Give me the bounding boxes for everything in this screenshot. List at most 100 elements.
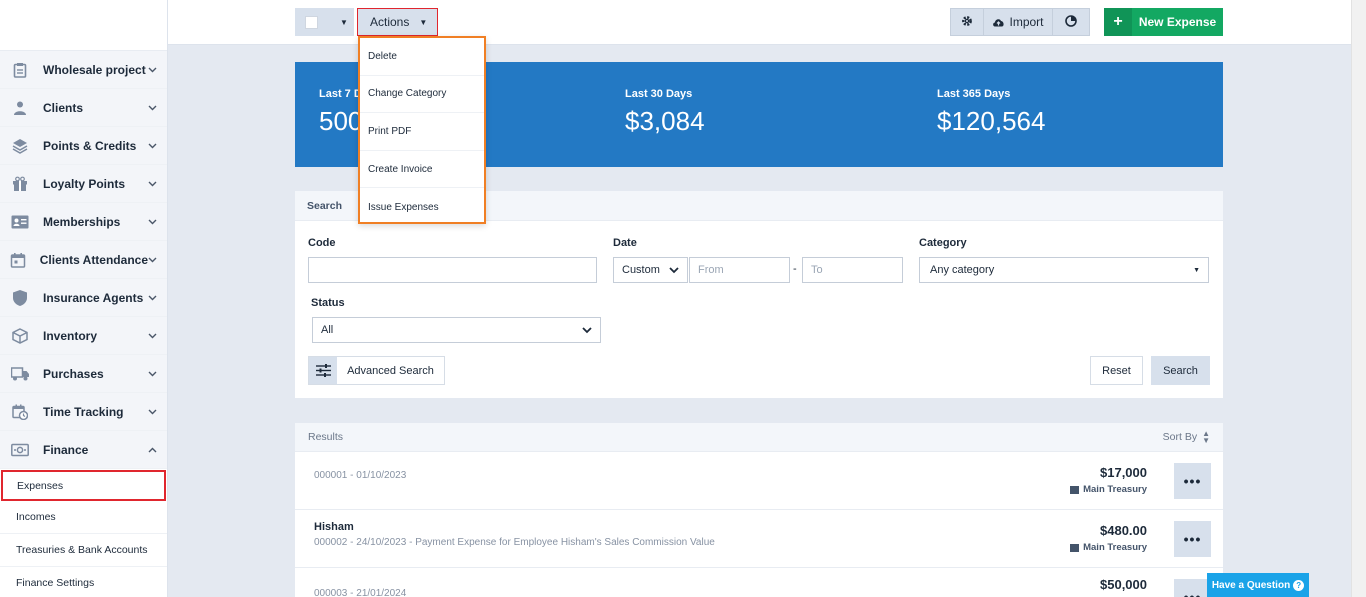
stat-value: $3,084: [625, 106, 705, 136]
sort-by-label: Sort By: [1162, 431, 1198, 443]
caret-down-icon: ▼: [340, 17, 348, 27]
chevron-down-icon: [147, 179, 157, 189]
sidebar-item-label: Wholesale project: [43, 62, 146, 77]
menu-item-create-invoice[interactable]: Create Invoice: [360, 151, 484, 189]
stat-value: $120,564: [937, 106, 1046, 136]
row-treasury: Main Treasury: [1070, 542, 1147, 553]
settings-button[interactable]: [950, 8, 984, 36]
sidebar-item-label: Points & Credits: [43, 138, 137, 153]
id-card-icon: [10, 212, 30, 232]
actions-button[interactable]: Actions ▼: [357, 8, 438, 36]
chevron-down-icon: [669, 266, 679, 274]
row-amount: $50,000: [1100, 577, 1147, 592]
top-toolbar: ▼ Actions ▼ Import + New Expense: [168, 0, 1351, 45]
table-row[interactable]: 000003 - 21/01/2024 $50,000 •••: [295, 568, 1223, 597]
plus-icon: +: [1104, 8, 1132, 36]
status-select[interactable]: All: [312, 317, 601, 343]
sidebar-item-label: Clients: [43, 100, 84, 115]
sidebar-sub-finance-settings[interactable]: Finance Settings: [0, 567, 167, 597]
date-from-input[interactable]: From: [689, 257, 790, 283]
sidebar-item-memberships[interactable]: Memberships: [0, 203, 167, 241]
date-mode-value: Custom: [622, 264, 660, 276]
sidebar-item-inventory[interactable]: Inventory: [0, 317, 167, 355]
truck-icon: [10, 364, 30, 384]
stat-last-30-days: Last 30 Days $3,084: [625, 88, 705, 137]
row-description: 000001 - 01/10/2023: [314, 470, 407, 481]
stat-label: Last 30 Days: [625, 88, 693, 100]
date-to-placeholder: To: [811, 264, 823, 276]
sidebar-item-time-tracking[interactable]: Time Tracking: [0, 393, 167, 431]
calendar-clock-icon: [10, 402, 30, 422]
row-treasury-label: Main Treasury: [1083, 542, 1147, 553]
advanced-search-button[interactable]: Advanced Search: [308, 356, 445, 385]
select-all-checkbox[interactable]: [305, 15, 318, 29]
stat-label: Last 365 Days: [937, 88, 1011, 100]
tool-button-group: Import: [950, 8, 1090, 36]
actions-label: Actions: [370, 15, 410, 29]
sidebar-header: [0, 0, 167, 51]
sidebar-item-insurance-agents[interactable]: Insurance Agents: [0, 279, 167, 317]
table-row[interactable]: 000001 - 01/10/2023 $17,000 Main Treasur…: [295, 452, 1223, 510]
sidebar-item-clients[interactable]: Clients: [0, 89, 167, 127]
sidebar-sub-treasuries[interactable]: Treasuries & Bank Accounts: [0, 534, 167, 567]
chevron-up-icon: [147, 445, 157, 455]
sidebar-sub-incomes[interactable]: Incomes: [0, 501, 167, 534]
row-treasury: Main Treasury: [1070, 484, 1147, 495]
row-more-button[interactable]: •••: [1174, 521, 1211, 557]
chevron-down-icon: [148, 255, 157, 265]
select-all-dropdown[interactable]: ▼: [295, 8, 354, 36]
date-from-placeholder: From: [698, 264, 724, 276]
menu-item-issue-expenses[interactable]: Issue Expenses: [360, 188, 484, 226]
shield-icon: [10, 288, 30, 308]
category-select[interactable]: Any category ▼: [919, 257, 1209, 283]
treasury-icon: [1070, 485, 1080, 494]
menu-item-change-category[interactable]: Change Category: [360, 76, 484, 114]
sidebar-item-label: Clients Attendance: [39, 252, 148, 267]
chevron-down-icon: [147, 103, 157, 113]
clipboard-icon: [10, 60, 30, 80]
chevron-down-icon: [147, 141, 157, 151]
category-value: Any category: [930, 264, 995, 276]
date-range-separator: -: [793, 263, 797, 275]
sidebar-item-finance[interactable]: Finance: [0, 431, 167, 469]
sidebar-item-label: Inventory: [43, 328, 98, 343]
caret-down-icon: ▼: [419, 17, 428, 27]
table-row[interactable]: Hisham 000002 - 24/10/2023 - Payment Exp…: [295, 510, 1223, 568]
category-label: Category: [919, 237, 967, 249]
sidebar-item-label: Loyalty Points: [43, 176, 126, 191]
date-mode-select[interactable]: Custom: [613, 257, 688, 283]
row-more-button[interactable]: •••: [1174, 579, 1211, 597]
menu-item-print-pdf[interactable]: Print PDF: [360, 113, 484, 151]
sidebar-item-points-credits[interactable]: Points & Credits: [0, 127, 167, 165]
sidebar-item-label: Finance: [43, 442, 89, 457]
money-icon: [10, 440, 30, 460]
treasury-icon: [1070, 543, 1080, 552]
reset-button[interactable]: Reset: [1090, 356, 1143, 385]
gear-icon: [961, 15, 973, 30]
chart-button[interactable]: [1053, 8, 1090, 36]
date-to-input[interactable]: To: [802, 257, 903, 283]
code-input[interactable]: [308, 257, 597, 283]
cloud-upload-icon: [992, 17, 1005, 27]
sort-icon: ▲ ▼: [1202, 429, 1210, 445]
box-icon: [10, 326, 30, 346]
sort-by-button[interactable]: Sort By ▲ ▼: [1162, 429, 1210, 445]
sidebar-item-label: Memberships: [43, 214, 121, 229]
sidebar-item-purchases[interactable]: Purchases: [0, 355, 167, 393]
sidebar-item-clients-attendance[interactable]: Clients Attendance: [0, 241, 167, 279]
row-more-button[interactable]: •••: [1174, 463, 1211, 499]
sidebar-item-loyalty-points[interactable]: Loyalty Points: [0, 165, 167, 203]
vertical-scrollbar[interactable]: [1351, 0, 1366, 597]
search-button[interactable]: Search: [1151, 356, 1210, 385]
new-expense-button[interactable]: + New Expense: [1104, 8, 1223, 36]
user-icon: [10, 98, 30, 118]
import-button[interactable]: Import: [984, 8, 1053, 36]
results-panel: Results Sort By ▲ ▼ 000001 - 01/10/2023 $…: [295, 423, 1223, 597]
row-description: 000003 - 21/01/2024: [314, 588, 407, 597]
sidebar-sub-expenses[interactable]: Expenses: [1, 470, 166, 501]
pie-chart-icon: [1065, 14, 1077, 30]
sidebar-item-wholesale-project[interactable]: Wholesale project: [0, 51, 167, 89]
menu-item-delete[interactable]: Delete: [360, 38, 484, 76]
code-label: Code: [308, 237, 336, 249]
help-button[interactable]: Have a Question ?: [1207, 573, 1309, 597]
